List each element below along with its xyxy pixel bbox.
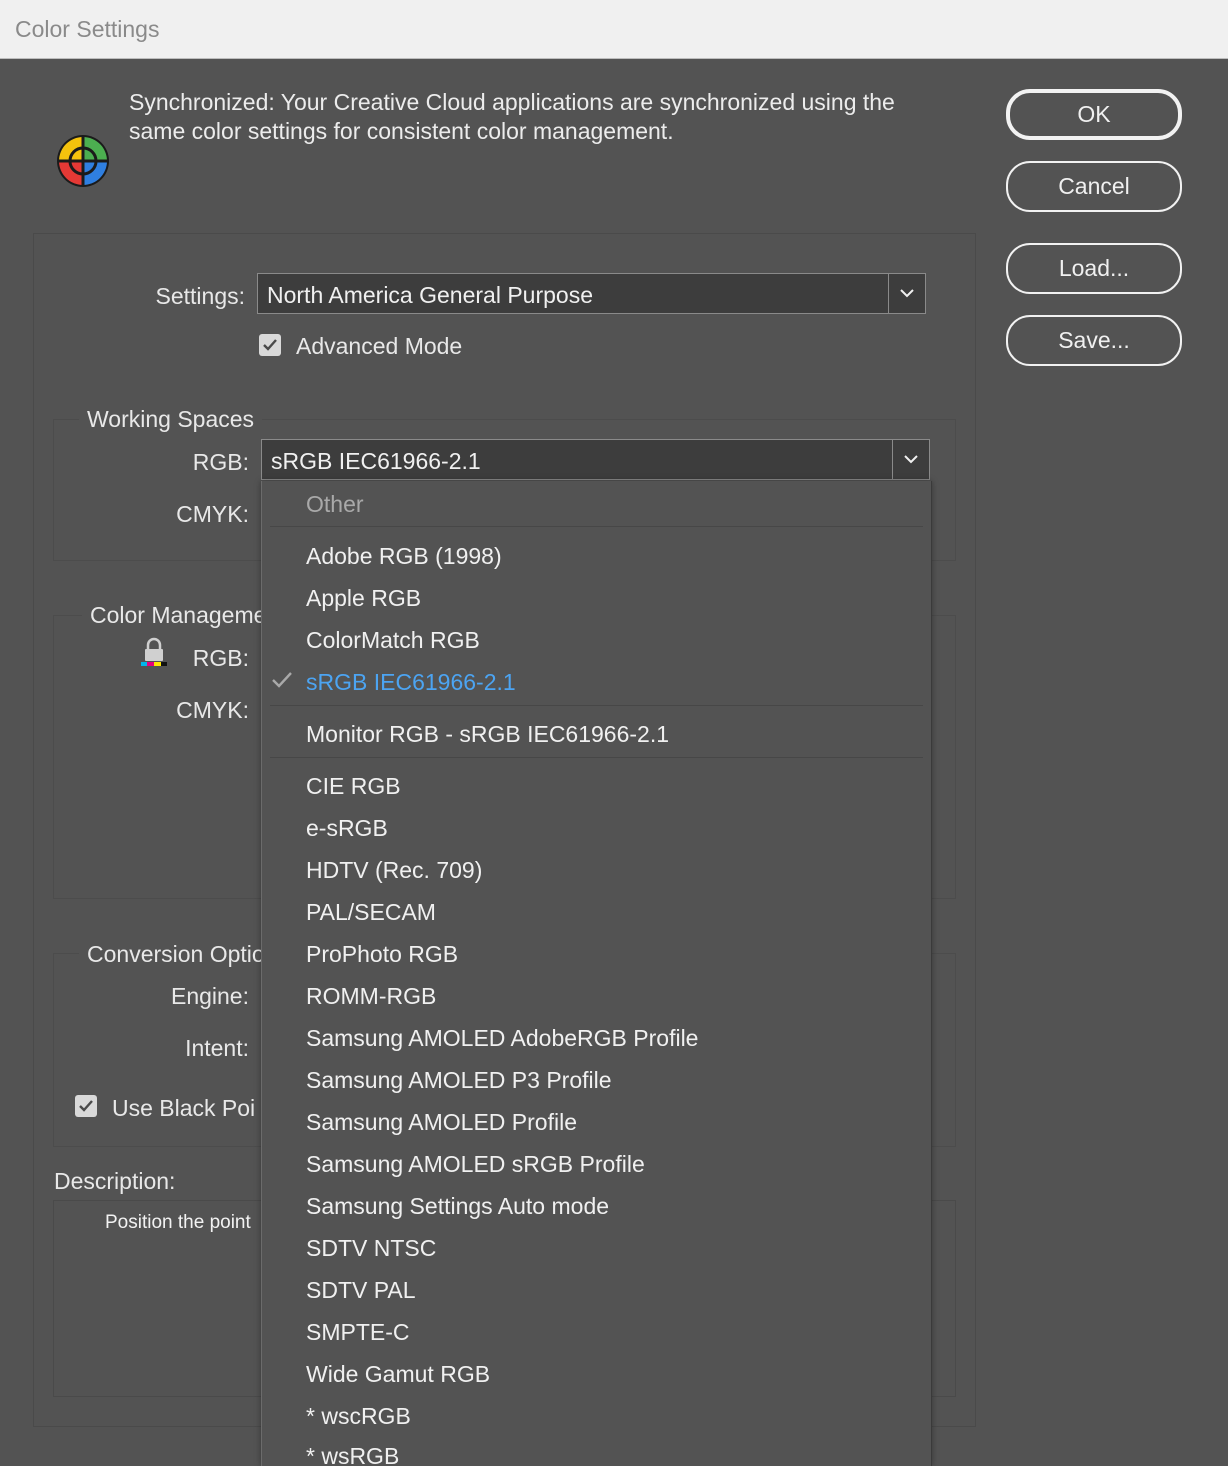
color-management-title: Color Manageme [82,602,275,629]
working-rgb-select[interactable]: sRGB IEC61966-2.1 [261,439,930,480]
working-rgb-value: sRGB IEC61966-2.1 [271,448,481,474]
dropdown-item[interactable]: HDTV (Rec. 709) [306,857,482,884]
dropdown-separator [270,757,923,758]
dropdown-item[interactable]: SDTV NTSC [306,1235,436,1262]
ok-button[interactable]: OK [1006,89,1182,140]
black-point-checkbox[interactable] [75,1095,97,1117]
dropdown-item[interactable]: Samsung AMOLED P3 Profile [306,1067,612,1094]
intent-label: Intent: [185,1035,249,1061]
dropdown-separator [270,526,923,527]
dropdown-item[interactable]: * wsRGB [306,1443,399,1466]
advanced-mode-label[interactable]: Advanced Mode [296,333,462,360]
chevron-down-icon [888,274,925,313]
dropdown-header-other: Other [306,491,364,517]
dropdown-item[interactable]: Samsung AMOLED Profile [306,1109,577,1136]
dropdown-item[interactable]: Samsung Settings Auto mode [306,1193,609,1220]
advanced-mode-checkbox[interactable] [259,334,281,356]
policy-rgb-label: RGB: [192,645,249,671]
dropdown-item[interactable]: CIE RGB [306,773,401,800]
description-label: Description: [54,1168,176,1194]
working-spaces-title: Working Spaces [79,406,263,433]
description-text: Position the point [105,1212,251,1233]
checkmark-icon [271,671,293,694]
dropdown-item[interactable]: e-sRGB [306,815,388,842]
dropdown-item[interactable]: * wscRGB [306,1403,411,1430]
settings-select[interactable]: North America General Purpose [257,273,926,314]
working-rgb-label: RGB: [192,449,249,475]
settings-label: Settings: [155,283,246,309]
save-button[interactable]: Save... [1006,315,1182,366]
policy-cmyk-label: CMYK: [176,697,249,723]
settings-value: North America General Purpose [267,282,593,308]
dropdown-item[interactable]: Samsung AMOLED sRGB Profile [306,1151,645,1178]
dropdown-item[interactable]: Monitor RGB - sRGB IEC61966-2.1 [306,721,669,748]
dropdown-item[interactable]: ProPhoto RGB [306,941,458,968]
conversion-options-title: Conversion Optio [79,941,273,968]
window-titlebar[interactable]: Color Settings [0,0,1228,59]
dropdown-item[interactable]: Samsung AMOLED AdobeRGB Profile [306,1025,698,1052]
engine-label: Engine: [170,983,249,1009]
load-button[interactable]: Load... [1006,243,1182,294]
color-sync-icon [55,133,111,189]
dropdown-item[interactable]: SDTV PAL [306,1277,416,1304]
dropdown-separator [270,705,923,706]
black-point-label[interactable]: Use Black Poi [112,1095,255,1122]
sync-message: Synchronized: Your Creative Cloud applic… [129,89,895,144]
dropdown-item[interactable]: Apple RGB [306,585,421,612]
working-cmyk-label: CMYK: [176,501,249,527]
dropdown-item[interactable]: PAL/SECAM [306,899,436,926]
dropdown-item[interactable]: ColorMatch RGB [306,627,480,654]
dropdown-item[interactable]: Wide Gamut RGB [306,1361,490,1388]
dropdown-item[interactable]: ROMM-RGB [306,983,436,1010]
dropdown-item-selected[interactable]: sRGB IEC61966-2.1 [306,669,516,696]
dropdown-item[interactable]: Adobe RGB (1998) [306,543,502,570]
chevron-down-icon [892,440,929,479]
cancel-button[interactable]: Cancel [1006,161,1182,212]
window-title: Color Settings [15,16,160,42]
dropdown-item[interactable]: SMPTE-C [306,1319,410,1346]
rgb-profile-dropdown-list[interactable]: Other Adobe RGB (1998) Apple RGB ColorMa… [261,481,932,1466]
